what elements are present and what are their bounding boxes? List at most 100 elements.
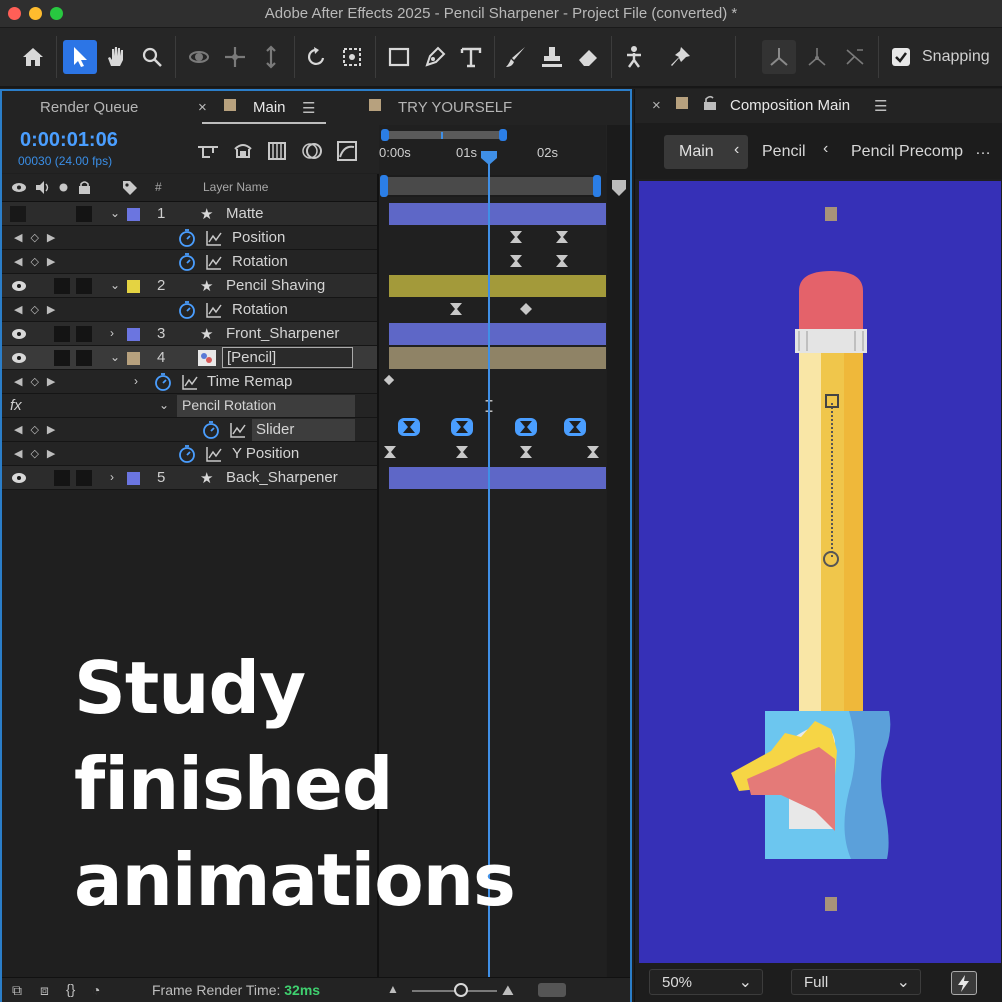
property-row-slider[interactable]: ◀◇▶ Slider xyxy=(2,418,378,442)
chevron-down-icon[interactable]: ⌄ xyxy=(110,351,122,363)
magnification-dropdown[interactable]: 50% ⌄ xyxy=(649,969,763,995)
layer-bar-pencil[interactable] xyxy=(389,347,606,369)
graph-icon[interactable] xyxy=(204,300,224,320)
comp-marker-bin-icon[interactable] xyxy=(611,179,627,197)
keyframe-rotation-2[interactable] xyxy=(555,254,569,268)
work-area-end-handle[interactable] xyxy=(593,175,601,197)
keyframe-slider-3[interactable] xyxy=(515,418,537,436)
motion-blur-icon[interactable] xyxy=(300,139,324,163)
chevron-down-icon[interactable]: ⌄ xyxy=(159,399,171,411)
stopwatch-icon[interactable] xyxy=(153,372,173,392)
keyframe-navigator-icons[interactable]: ◀◇▶ xyxy=(14,447,63,460)
keyframe-y-position-2[interactable] xyxy=(455,445,469,459)
zoom-slider-thumb[interactable] xyxy=(454,983,468,997)
pan-behind-icon[interactable] xyxy=(335,40,369,74)
unlock-icon[interactable] xyxy=(703,95,717,111)
property-row-time-remap[interactable]: ◀◇▶ › Time Remap xyxy=(2,370,378,394)
lock-switch[interactable] xyxy=(76,206,92,222)
stopwatch-icon[interactable] xyxy=(177,228,197,248)
stopwatch-icon[interactable] xyxy=(177,252,197,272)
work-area-start-handle[interactable] xyxy=(380,175,388,197)
layer-bar-front-sharpener[interactable] xyxy=(389,323,606,345)
keyframe-rotation-1[interactable] xyxy=(509,254,523,268)
layer-name[interactable]: Front_Sharpener xyxy=(226,325,339,342)
eye-icon[interactable] xyxy=(11,472,27,484)
keyframe-shaving-rotation-2[interactable] xyxy=(519,302,533,316)
shy-layers-icon[interactable] xyxy=(231,139,255,163)
work-area-bar[interactable] xyxy=(382,175,600,197)
home-icon[interactable] xyxy=(16,40,50,74)
rectangle-tool-icon[interactable] xyxy=(382,40,416,74)
fx-icon[interactable]: fx xyxy=(10,397,22,414)
rotate-tool-icon[interactable] xyxy=(299,40,333,74)
stopwatch-icon[interactable] xyxy=(201,420,221,440)
resolution-dropdown[interactable]: Full ⌄ xyxy=(791,969,921,995)
solo-switch[interactable] xyxy=(54,278,70,294)
layer-label-color[interactable] xyxy=(127,280,140,293)
nav-end-handle[interactable] xyxy=(499,129,507,141)
orbit-camera-icon[interactable] xyxy=(182,40,216,74)
graph-icon[interactable] xyxy=(204,228,224,248)
graph-editor-icon[interactable] xyxy=(335,139,359,163)
snapping-checkbox[interactable] xyxy=(892,48,910,66)
render-time-toggle-icon[interactable]: ◔ xyxy=(92,982,100,998)
layer-switches-toggle-icon[interactable]: ⧉ xyxy=(12,982,22,999)
layer-bar-back-sharpener[interactable] xyxy=(389,467,606,489)
layer-name[interactable]: Pencil Shaving xyxy=(226,277,325,294)
eye-icon[interactable] xyxy=(11,328,27,340)
view-axis-mode-icon[interactable] xyxy=(838,40,872,74)
tab-menu-icon[interactable]: ☰ xyxy=(302,99,315,117)
comp-mini-flowchart-icon[interactable] xyxy=(196,139,220,163)
keyframe-shaving-rotation-1[interactable] xyxy=(449,302,463,316)
effect-row-pencil-rotation[interactable]: fx ⌄ Pencil Rotation xyxy=(2,394,378,418)
solo-header-icon[interactable] xyxy=(59,183,68,192)
effect-name[interactable]: Pencil Rotation xyxy=(182,397,276,413)
property-row-rotation[interactable]: ◀◇▶ Rotation xyxy=(2,298,378,322)
layer-name[interactable]: [Pencil] xyxy=(227,349,276,366)
hand-tool-icon[interactable] xyxy=(99,40,133,74)
lock-header-icon[interactable] xyxy=(78,180,91,195)
layer-label-color[interactable] xyxy=(127,472,140,485)
layer-row-matte[interactable]: ⌄ 1 ★ Matte xyxy=(2,202,378,226)
chevron-right-icon[interactable]: › xyxy=(110,471,122,483)
comp-tab-menu-icon[interactable]: ☰ xyxy=(874,97,887,115)
timeline-scrollbar[interactable] xyxy=(538,983,566,997)
layer-row-pencil-shaving[interactable]: ⌄ 2 ★ Pencil Shaving xyxy=(2,274,378,298)
audio-switch-header-icon[interactable] xyxy=(34,180,50,195)
video-switch-off[interactable] xyxy=(10,206,26,222)
eye-icon[interactable] xyxy=(11,352,27,364)
keyframe-position-1[interactable] xyxy=(509,230,523,244)
time-ruler[interactable]: 0:00s 01s 02s xyxy=(379,125,606,173)
label-tag-header-icon[interactable] xyxy=(122,180,138,196)
keyframe-navigator-icons[interactable]: ◀◇▶ xyxy=(14,231,63,244)
zoom-tool-icon[interactable] xyxy=(135,40,169,74)
clone-stamp-icon[interactable] xyxy=(535,40,569,74)
column-layer-name-header[interactable]: Layer Name xyxy=(203,180,268,194)
stopwatch-icon[interactable] xyxy=(177,300,197,320)
brush-tool-icon[interactable] xyxy=(499,40,533,74)
keyframe-navigator-icons[interactable]: ◀◇▶ xyxy=(14,255,63,268)
breadcrumb-main[interactable]: Main ‹ xyxy=(664,135,748,169)
keyframe-y-position-4[interactable] xyxy=(586,445,600,459)
graph-icon[interactable] xyxy=(204,444,224,464)
tab-try-yourself[interactable]: TRY YOURSELF xyxy=(398,99,512,116)
composition-viewer[interactable] xyxy=(639,181,1001,963)
tab-main[interactable]: Main xyxy=(253,99,286,116)
layer-label-color[interactable] xyxy=(127,208,140,221)
pan-camera-icon[interactable] xyxy=(218,40,252,74)
zoom-out-icon[interactable]: ▲ xyxy=(387,982,399,996)
layer-row-front-sharpener[interactable]: › 3 ★ Front_Sharpener xyxy=(2,322,378,346)
nav-start-handle[interactable] xyxy=(381,129,389,141)
layer-row-pencil[interactable]: ⌄ 4 [Pencil] xyxy=(2,346,378,370)
eye-icon[interactable] xyxy=(11,280,27,292)
stopwatch-icon[interactable] xyxy=(177,444,197,464)
graph-icon[interactable] xyxy=(228,420,248,440)
tab-render-queue[interactable]: Render Queue xyxy=(40,99,138,116)
layer-row-back-sharpener[interactable]: › 5 ★ Back_Sharpener xyxy=(2,466,378,490)
keyframe-y-position-3[interactable] xyxy=(519,445,533,459)
keyframe-y-position-1[interactable] xyxy=(383,445,397,459)
lock-switch[interactable] xyxy=(76,470,92,486)
breadcrumb-pencil-precomp[interactable]: Pencil Precomp xyxy=(851,143,963,161)
roto-brush-icon[interactable] xyxy=(617,40,651,74)
frame-blending-icon[interactable] xyxy=(265,139,289,163)
